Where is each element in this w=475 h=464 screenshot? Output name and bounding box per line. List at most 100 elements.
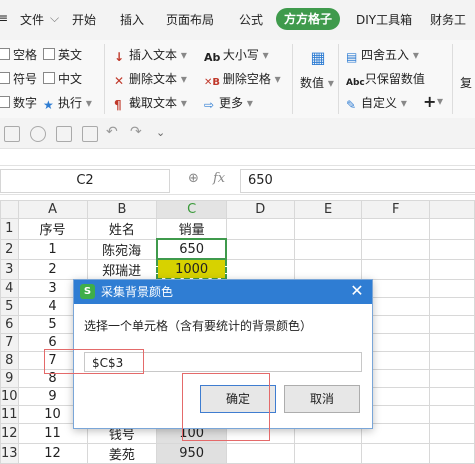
cell[interactable] (429, 387, 475, 406)
cell[interactable] (361, 218, 431, 240)
row-header[interactable]: 12 (0, 423, 19, 444)
cell[interactable] (429, 405, 475, 424)
checkbox-symbol[interactable]: 符号 (0, 70, 37, 87)
checkbox-space[interactable]: 空格 (0, 46, 37, 63)
more-icon: ⇨ (204, 98, 215, 112)
row-header[interactable]: 9 (0, 369, 19, 388)
zoom-icon[interactable]: ⊕ (188, 171, 199, 186)
cell[interactable]: 姓名 (86, 218, 158, 240)
case-button[interactable]: Ab 大小写 ▾ (204, 46, 269, 64)
cell[interactable] (429, 297, 475, 316)
wps-logo-icon: S (80, 284, 95, 299)
export-icon[interactable] (30, 126, 46, 142)
cell[interactable]: 2 (17, 258, 88, 280)
cell[interactable] (293, 238, 363, 260)
execute-button[interactable]: ★ 执行 ▾ (43, 94, 92, 112)
print-icon[interactable] (56, 126, 72, 142)
extract-text-label: 截取文本 (129, 96, 178, 110)
close-icon[interactable]: ✕ (348, 282, 366, 300)
chevron-down-icon[interactable]: ⌵ (50, 11, 59, 26)
chevron-down-icon[interactable]: ▾ (437, 94, 443, 108)
menu-diy-toolbox[interactable]: DIY工具箱 (356, 11, 412, 28)
row-header[interactable]: 7 (0, 333, 19, 352)
row-header[interactable]: 10 (0, 387, 19, 406)
row-header[interactable]: 2 (0, 238, 19, 260)
column-header[interactable]: B (86, 200, 158, 219)
menu-finance[interactable]: 财务工 (430, 11, 466, 28)
menu-insert[interactable]: 插入 (120, 11, 144, 28)
cell[interactable] (429, 238, 475, 260)
save-icon[interactable] (4, 126, 20, 142)
cell[interactable] (429, 258, 475, 280)
ribbon-overflow-label[interactable]: 复 (460, 74, 472, 91)
cell[interactable] (429, 351, 475, 370)
fx-icon[interactable]: fx (213, 171, 225, 186)
column-header[interactable] (429, 200, 475, 219)
column-header[interactable]: D (225, 200, 295, 219)
cell[interactable] (225, 218, 295, 240)
yellow-cell[interactable]: 1000 (155, 258, 228, 280)
divider (292, 44, 293, 114)
column-header[interactable]: C (156, 200, 227, 219)
delete-text-button[interactable]: ✕ 删除文本 ▾ (114, 70, 187, 88)
row-header[interactable]: 8 (0, 351, 19, 370)
delete-space-button[interactable]: ✕B 删除空格 ▾ (204, 70, 281, 89)
more-button[interactable]: ⇨ 更多 ▾ (204, 94, 253, 112)
formula-input[interactable]: 650 (240, 169, 475, 193)
checkbox-number[interactable]: 数字 (0, 94, 37, 111)
row-header[interactable]: 3 (0, 258, 19, 280)
keep-value-button[interactable]: Abc 只保留数值 (346, 70, 425, 90)
cell[interactable]: 陈宛海 (86, 238, 158, 260)
column-header[interactable]: E (293, 200, 363, 219)
cell[interactable] (429, 369, 475, 388)
undo-icon[interactable]: ↶ (106, 124, 118, 140)
checkbox-icon (43, 48, 55, 60)
round-button[interactable]: ▤ 四舍五入 ▾ (346, 46, 419, 64)
cell[interactable] (429, 315, 475, 334)
cell[interactable] (293, 218, 363, 240)
menu-page-layout[interactable]: 页面布局 (166, 11, 214, 28)
chevron-down-icon: ▾ (327, 76, 334, 90)
cell[interactable] (225, 258, 295, 280)
checkbox-english[interactable]: 英文 (43, 46, 82, 63)
dialog-title-bar[interactable]: S 采集背景颜色 ✕ (74, 280, 372, 304)
cell[interactable]: 郑瑞进 (86, 258, 158, 280)
active-cell[interactable]: 650 (155, 238, 228, 260)
cell[interactable] (429, 218, 475, 240)
column-header[interactable]: F (361, 200, 431, 219)
row-header[interactable]: 1 (0, 218, 19, 240)
star-icon: ★ (43, 98, 54, 112)
menu-formulas[interactable]: 公式 (239, 11, 263, 28)
checkbox-chinese[interactable]: 中文 (43, 70, 82, 87)
cell[interactable] (361, 258, 431, 280)
cell[interactable] (429, 333, 475, 352)
custom-button[interactable]: ✎ 自定义 ▾ (346, 94, 407, 112)
plus-icon[interactable]: + (423, 92, 436, 111)
preview-icon[interactable] (82, 126, 98, 142)
menu-file[interactable]: 文件 (20, 11, 44, 28)
insert-text-button[interactable]: ↓ 插入文本 ▾ (114, 46, 187, 64)
extract-text-button[interactable]: ¶ 截取文本 ▾ (114, 94, 187, 112)
cancel-button[interactable]: 取消 (284, 385, 360, 413)
row-header[interactable]: 5 (0, 297, 19, 316)
cell[interactable] (361, 238, 431, 260)
cell[interactable] (429, 423, 475, 444)
name-box[interactable]: C2 (0, 169, 170, 193)
cell[interactable]: 1 (17, 238, 88, 260)
select-all-corner[interactable] (0, 200, 19, 219)
cell[interactable]: 序号 (17, 218, 88, 240)
cell[interactable]: 销量 (156, 218, 227, 240)
round-icon: ▤ (346, 50, 358, 64)
row-header[interactable]: 6 (0, 315, 19, 334)
redo-icon[interactable]: ↷ (130, 124, 142, 140)
row-header[interactable]: 4 (0, 278, 19, 298)
tab-fangfang-gezi[interactable]: 方方格子 (276, 8, 340, 30)
menu-home[interactable]: 开始 (72, 11, 96, 28)
column-header[interactable]: A (17, 200, 88, 219)
cell[interactable] (225, 238, 295, 260)
row-header[interactable]: 11 (0, 405, 19, 424)
number-button[interactable]: 数值 ▾ (300, 74, 334, 91)
cell[interactable] (293, 258, 363, 280)
cell[interactable] (429, 278, 475, 298)
customize-qa-icon[interactable]: ⌄ (156, 126, 165, 139)
